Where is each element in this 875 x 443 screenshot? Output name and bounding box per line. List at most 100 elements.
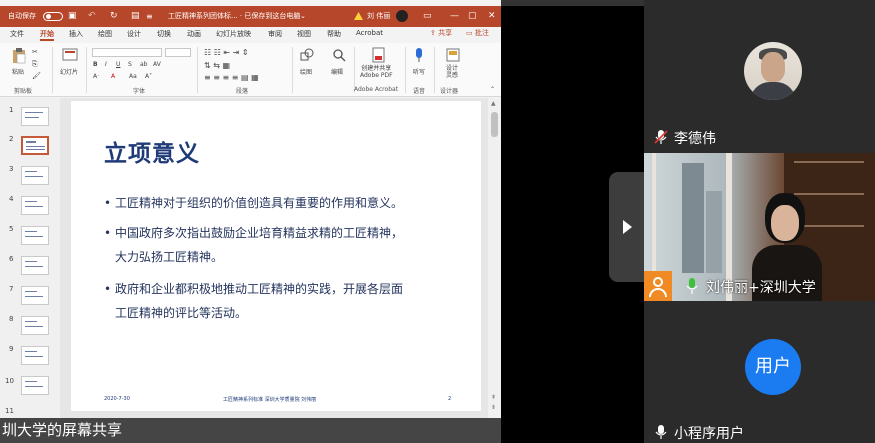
- tab-file[interactable]: 文件: [10, 29, 24, 39]
- slide-thumbnail[interactable]: [21, 226, 49, 245]
- designer-icon[interactable]: [446, 47, 460, 63]
- scroll-up-icon[interactable]: ▲: [491, 100, 496, 107]
- italic-icon[interactable]: I: [105, 61, 107, 68]
- slide-thumbnail[interactable]: [21, 316, 49, 335]
- autosave-toggle[interactable]: [41, 6, 63, 27]
- prev-slide-icon[interactable]: ⇞: [491, 394, 496, 401]
- thumb-number: 9: [9, 345, 14, 353]
- save-icon[interactable]: ▣: [68, 6, 77, 27]
- scrollbar-thumb[interactable]: [491, 112, 498, 137]
- participant-video-tile[interactable]: 刘伟丽+深圳大学: [644, 153, 875, 301]
- minimize-icon[interactable]: —: [450, 6, 459, 27]
- participant-tile[interactable]: 李德伟: [644, 0, 875, 153]
- font-name-box[interactable]: [92, 48, 162, 57]
- slide-thumbnail[interactable]: [21, 286, 49, 305]
- drawing-icon[interactable]: [300, 48, 314, 62]
- paste-icon[interactable]: [12, 48, 26, 64]
- slide-thumbnail-selected[interactable]: [21, 136, 49, 155]
- align-icons[interactable]: ≡ ≡ ≡ ≡ ▤ ▦: [204, 73, 259, 82]
- mic-active-icon: [686, 278, 698, 294]
- share-button[interactable]: ⇪ 共享: [430, 28, 452, 38]
- tab-design[interactable]: 设计: [127, 29, 141, 39]
- bullet-text: 中国政府多次指出鼓励企业培育精益求精的工匠精神，: [115, 226, 404, 240]
- user-name[interactable]: 刘 伟丽: [367, 6, 390, 27]
- slide-thumbnail[interactable]: [21, 196, 49, 215]
- slide-footer-date: 2020-7-30: [104, 396, 130, 402]
- slide-bullet: • 工匠精神对于组织的价值创造具有重要的作用和意义。: [104, 191, 469, 215]
- user-avatar[interactable]: [396, 6, 408, 27]
- tab-acrobat[interactable]: Acrobat: [356, 29, 383, 37]
- slide-editing-area: 立项意义 • 工匠精神对于组织的价值创造具有重要的作用和意义。 • 中国政府多次指出…: [60, 98, 488, 418]
- ribbon-divider: [292, 47, 293, 93]
- present-icon[interactable]: ▤: [131, 6, 140, 27]
- font-size-up-icon[interactable]: Aa: [129, 73, 137, 80]
- tab-animations[interactable]: 动画: [187, 29, 201, 39]
- bold-icon[interactable]: B: [93, 61, 98, 68]
- bullets-icon[interactable]: ☷ ☷ ⇤ ⇥ ⇕: [204, 48, 249, 57]
- new-slide-label: 幻灯片: [60, 69, 79, 76]
- maximize-icon[interactable]: ▢: [468, 6, 477, 27]
- paragraph-group-label: 段落: [236, 88, 249, 95]
- participant-avatar: [744, 42, 802, 100]
- text-effects-icon[interactable]: A·: [93, 73, 99, 80]
- thumb-number: 11: [5, 407, 14, 415]
- ribbon-display-icon[interactable]: ▭: [423, 6, 432, 27]
- copy-icon[interactable]: ⎘: [32, 60, 38, 69]
- char-spacing-icon[interactable]: AV: [153, 61, 161, 68]
- tab-insert[interactable]: 插入: [69, 29, 83, 39]
- create-pdf-label[interactable]: 创建并共享 Adobe PDF: [360, 65, 393, 79]
- font-color-icon[interactable]: A: [111, 73, 115, 80]
- vertical-scrollbar[interactable]: ▲ ⇞ ⇟: [488, 98, 501, 418]
- current-slide[interactable]: 立项意义 • 工匠精神对于组织的价值创造具有重要的作用和意义。 • 中国政府多次指出…: [71, 101, 481, 411]
- collapse-panel-button[interactable]: [609, 172, 644, 282]
- slide-thumbnail[interactable]: [21, 376, 49, 395]
- next-slide-icon[interactable]: ⇟: [491, 404, 496, 411]
- bullet-text-continued: 大力弘扬工匠精神。: [115, 250, 224, 264]
- microphone-icon[interactable]: [414, 47, 424, 63]
- acrobat-group-label: Adobe Acrobat: [354, 86, 399, 93]
- ribbon-divider: [197, 47, 198, 93]
- shadow-icon[interactable]: S: [128, 61, 132, 68]
- slide-thumbnail[interactable]: [21, 107, 49, 126]
- participant-name: 李德伟: [674, 131, 716, 147]
- strikethrough-icon[interactable]: ab: [140, 61, 148, 68]
- format-painter-icon[interactable]: 🖌: [32, 72, 41, 80]
- tab-review[interactable]: 审阅: [268, 29, 282, 39]
- new-slide-icon[interactable]: [62, 48, 78, 62]
- tab-slideshow[interactable]: 幻灯片放映: [216, 29, 251, 39]
- user-icon: [644, 271, 672, 301]
- drawing-label: 绘图: [300, 69, 313, 76]
- tab-view[interactable]: 视图: [297, 29, 311, 39]
- redo-icon[interactable]: ↻: [110, 6, 118, 27]
- participant-tile[interactable]: 用户 小程序用户: [644, 301, 875, 443]
- tab-draw[interactable]: 绘图: [98, 29, 112, 39]
- bullet-dot-icon: •: [104, 196, 112, 210]
- close-icon[interactable]: ✕: [488, 6, 496, 27]
- dictate-label: 听写: [413, 69, 426, 76]
- comments-button[interactable]: ▭ 批注: [466, 28, 489, 38]
- font-size-box[interactable]: [165, 48, 191, 57]
- create-pdf-icon[interactable]: [372, 47, 386, 63]
- mic-muted-icon: [654, 130, 668, 144]
- undo-icon[interactable]: ↶: [88, 6, 96, 27]
- collapse-ribbon-icon[interactable]: ⌃: [490, 86, 495, 93]
- tab-help[interactable]: 帮助: [327, 29, 341, 39]
- tab-home[interactable]: 开始: [40, 29, 54, 41]
- customize-qat-icon[interactable]: ≡: [146, 6, 153, 27]
- designer-group-label: 设计器: [440, 88, 459, 95]
- title-dropdown-icon[interactable]: ⌄: [300, 6, 306, 27]
- cut-icon[interactable]: ✂: [32, 48, 38, 56]
- slide-thumbnail[interactable]: [21, 346, 49, 365]
- search-icon[interactable]: [332, 48, 346, 62]
- clear-format-icon[interactable]: A˅: [145, 73, 152, 80]
- text-direction-icon[interactable]: ⇅ ⇆ ▦: [204, 61, 230, 70]
- font-group-label: 字体: [133, 88, 146, 95]
- document-title[interactable]: 工匠精神系列团体标... · 已保存到这台电脑: [168, 6, 300, 27]
- slide-thumbnail[interactable]: [21, 166, 49, 185]
- tab-transitions[interactable]: 切换: [157, 29, 171, 39]
- warning-icon[interactable]: [354, 6, 363, 27]
- designer-label[interactable]: 设计 灵感: [446, 65, 458, 79]
- shared-powerpoint-window: 自动保存 ▣ ↶ ↻ ▤ ≡ 工匠精神系列团体标... · 已保存到这台电脑 ⌄…: [0, 0, 501, 443]
- underline-icon[interactable]: U: [116, 61, 120, 68]
- slide-thumbnail[interactable]: [21, 256, 49, 275]
